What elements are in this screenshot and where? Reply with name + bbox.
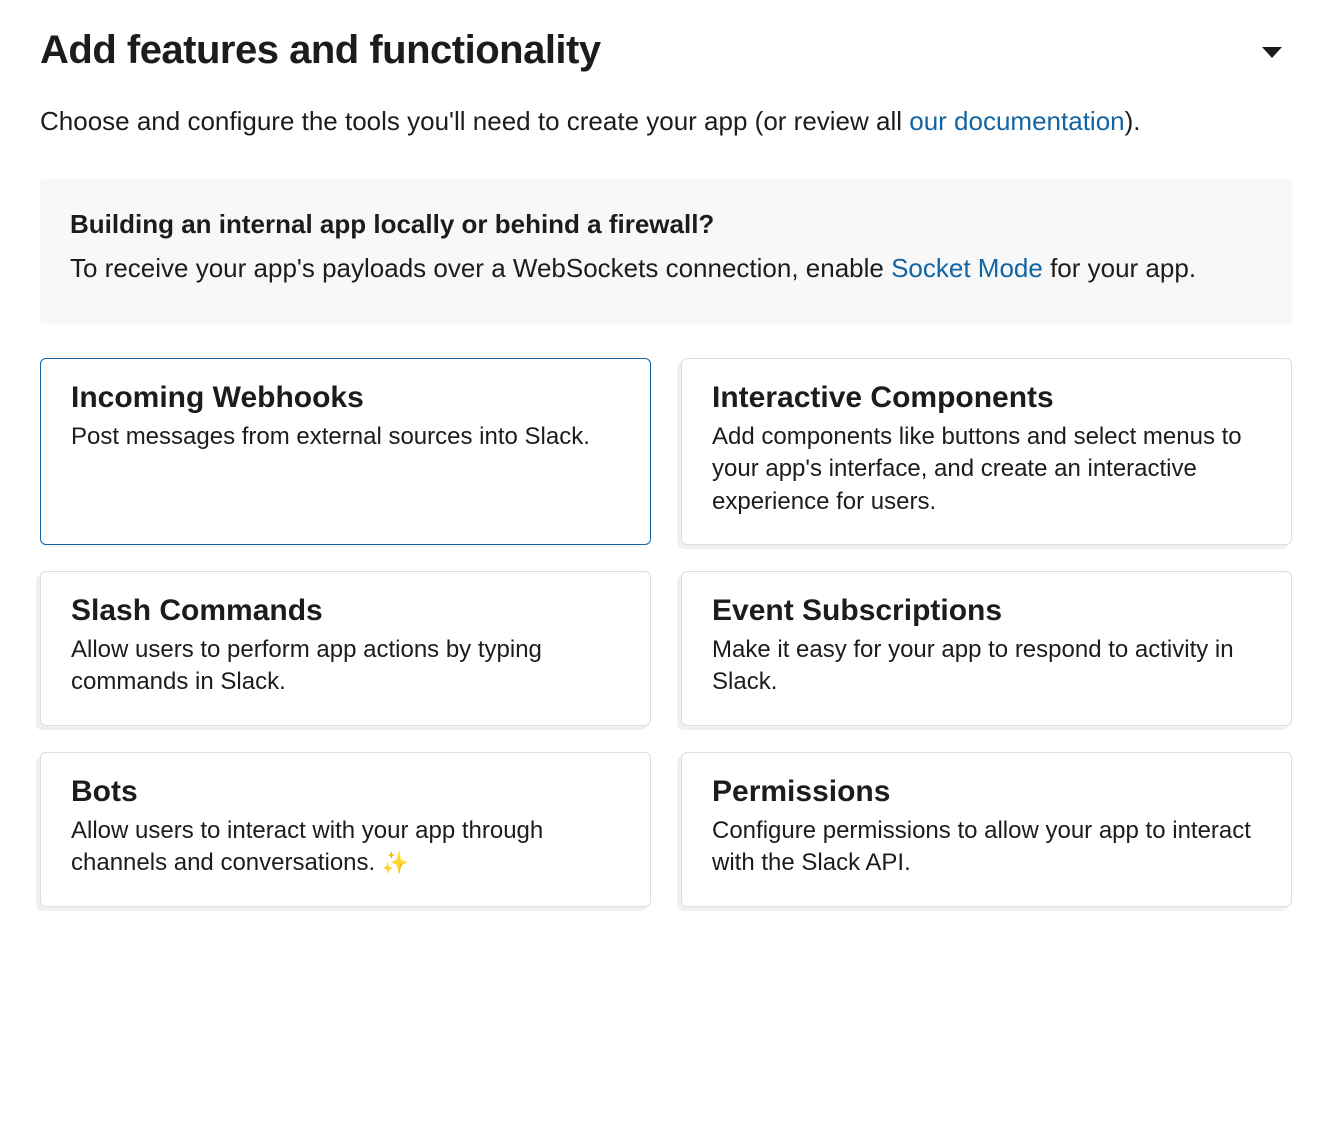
card-event-subscriptions[interactable]: Event Subscriptions Make it easy for you…	[681, 571, 1292, 726]
card-title: Event Subscriptions	[712, 594, 1261, 628]
socket-mode-info-box: Building an internal app locally or behi…	[40, 179, 1292, 324]
feature-cards-grid: Incoming Webhooks Post messages from ext…	[40, 358, 1292, 907]
intro-text: Choose and configure the tools you'll ne…	[40, 101, 1292, 141]
card-title: Bots	[71, 775, 620, 809]
card-interactive-components[interactable]: Interactive Components Add components li…	[681, 358, 1292, 545]
info-box-text: To receive your app's payloads over a We…	[70, 248, 1262, 290]
card-title: Slash Commands	[71, 594, 620, 628]
caret-down-icon	[1262, 47, 1282, 64]
card-bots[interactable]: Bots Allow users to interact with your a…	[40, 752, 651, 907]
intro-suffix: ).	[1125, 106, 1141, 136]
documentation-link[interactable]: our documentation	[909, 106, 1124, 136]
card-title: Permissions	[712, 775, 1261, 809]
info-text-before: To receive your app's payloads over a We…	[70, 253, 891, 283]
card-slash-commands[interactable]: Slash Commands Allow users to perform ap…	[40, 571, 651, 726]
info-text-after: for your app.	[1043, 253, 1196, 283]
sparkle-icon: ✨	[382, 850, 409, 875]
card-desc: Allow users to perform app actions by ty…	[71, 634, 620, 699]
card-desc: Configure permissions to allow your app …	[712, 815, 1261, 880]
card-desc-text: Allow users to interact with your app th…	[71, 817, 543, 876]
info-box-title: Building an internal app locally or behi…	[70, 209, 1262, 240]
card-incoming-webhooks[interactable]: Incoming Webhooks Post messages from ext…	[40, 358, 651, 545]
card-desc: Post messages from external sources into…	[71, 421, 620, 453]
card-desc: Make it easy for your app to respond to …	[712, 634, 1261, 699]
socket-mode-link[interactable]: Socket Mode	[891, 253, 1043, 283]
card-permissions[interactable]: Permissions Configure permissions to all…	[681, 752, 1292, 907]
card-title: Incoming Webhooks	[71, 381, 620, 415]
card-desc: Allow users to interact with your app th…	[71, 815, 620, 880]
card-desc: Add components like buttons and select m…	[712, 421, 1261, 518]
page-title: Add features and functionality	[40, 28, 601, 73]
collapse-toggle[interactable]	[1262, 46, 1282, 65]
intro-prefix: Choose and configure the tools you'll ne…	[40, 106, 909, 136]
card-title: Interactive Components	[712, 381, 1261, 415]
